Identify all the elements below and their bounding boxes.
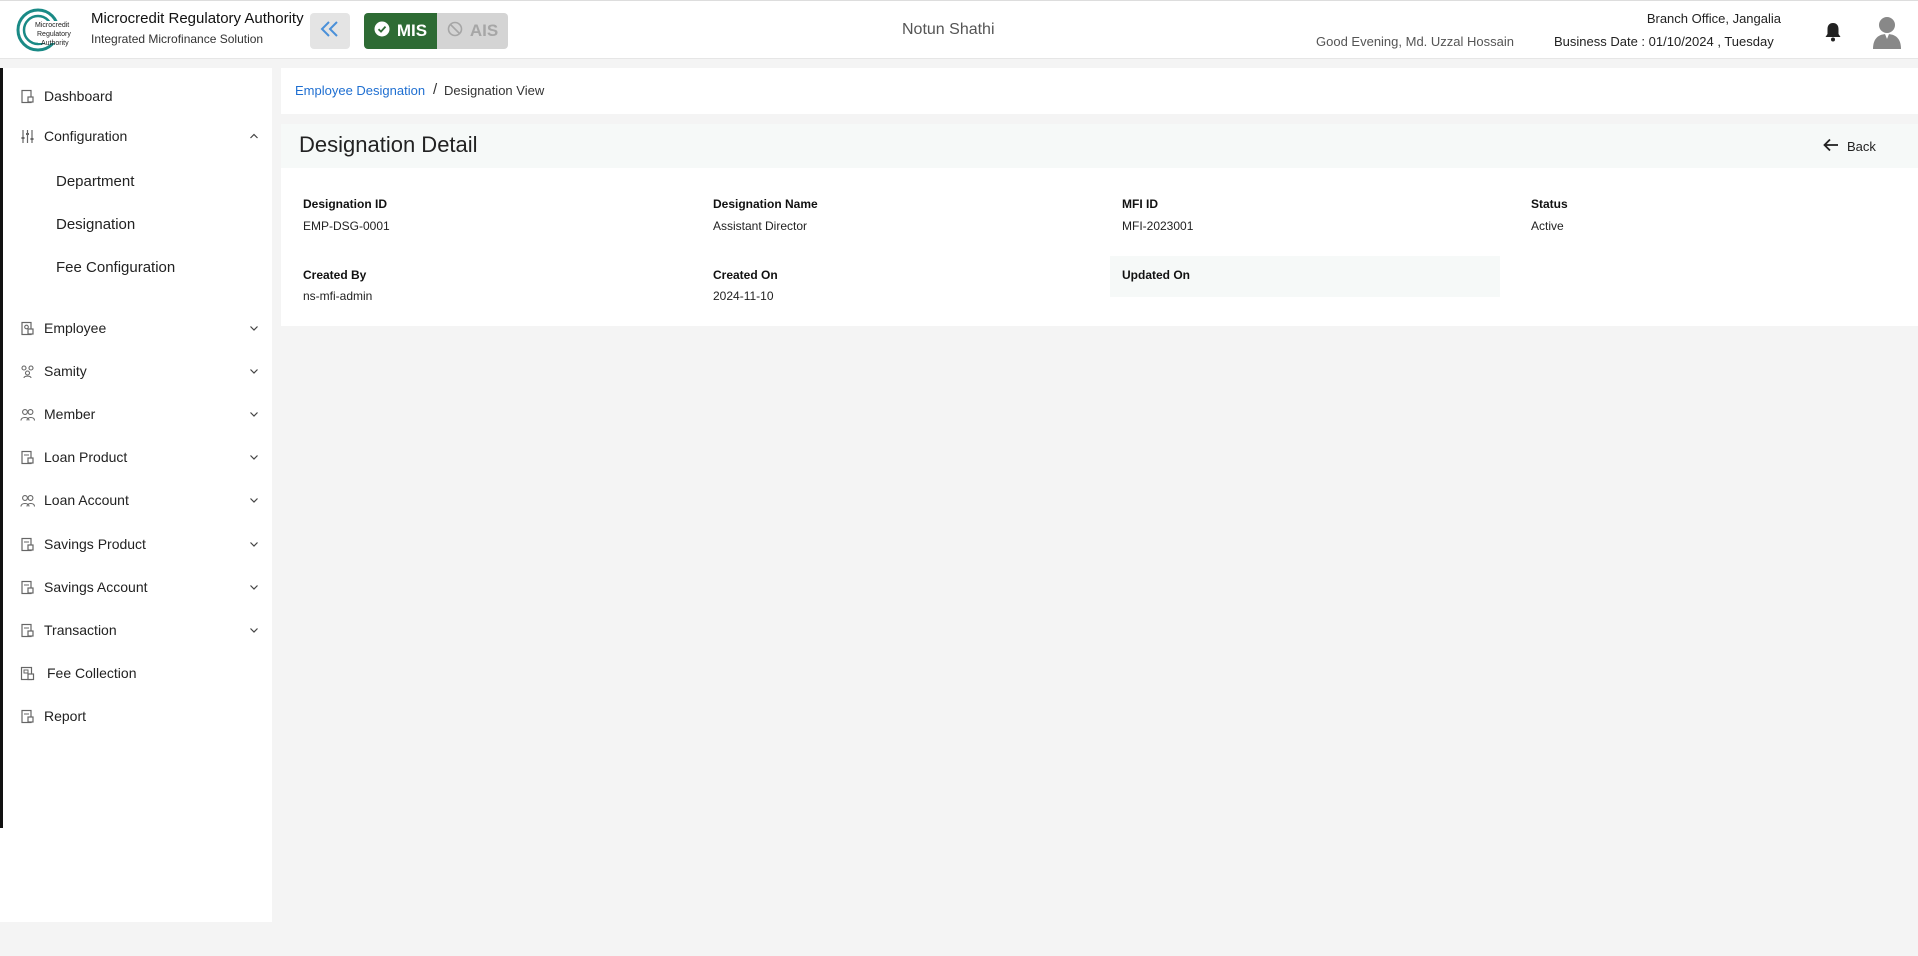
logo-text-2: Regulatory	[37, 31, 71, 38]
org-subtitle: Integrated Microfinance Solution	[91, 32, 264, 46]
document-icon	[20, 450, 35, 465]
sidebar-item-report[interactable]: Report	[20, 703, 262, 729]
sidebar-label-savings-account: Savings Account	[44, 579, 148, 595]
notification-bell-icon[interactable]	[1824, 22, 1842, 42]
chevron-down-icon	[248, 321, 260, 333]
chevron-down-icon	[248, 407, 260, 419]
top-header: Microcredit Regulatory Authority Microcr…	[0, 0, 1918, 59]
page-title: Designation Detail	[299, 132, 478, 157]
sidebar-item-samity[interactable]: Samity	[20, 358, 262, 384]
field-label-updated-on: Updated On	[1122, 268, 1190, 282]
users-icon	[20, 493, 35, 508]
sidebar-item-savings-product[interactable]: Savings Product	[20, 531, 262, 557]
block-icon	[447, 21, 463, 42]
document-icon	[20, 623, 35, 638]
field-label-mfi-id: MFI ID	[1122, 197, 1158, 211]
sidebar-subitem-designation[interactable]: Designation	[56, 216, 135, 233]
user-avatar-icon[interactable]	[1872, 15, 1902, 49]
sidebar-edge	[0, 68, 3, 828]
app-title: Notun Shathi	[902, 21, 995, 38]
sidebar-item-dashboard[interactable]: Dashboard	[20, 83, 262, 109]
back-button[interactable]: Back	[1823, 134, 1876, 158]
sidebar-label-dashboard: Dashboard	[44, 88, 113, 104]
sidebar-item-configuration[interactable]: Configuration	[20, 123, 262, 149]
breadcrumb: Employee Designation / Designation View	[281, 68, 1918, 114]
branch-name: Branch Office, Jangalia	[1646, 11, 1781, 26]
field-label-created-by: Created By	[303, 268, 367, 282]
breadcrumb-current: Designation View	[444, 83, 545, 98]
document-icon	[20, 580, 35, 595]
field-label-created-on: Created On	[713, 268, 778, 282]
sidebar-label-member: Member	[44, 406, 96, 422]
sidebar-label-samity: Samity	[44, 363, 87, 379]
mode-toggle: MIS AIS	[364, 13, 508, 49]
field-value-created-on: 2024-11-10	[713, 289, 774, 303]
document-icon	[20, 709, 35, 724]
receipt-icon	[20, 666, 35, 681]
group-icon	[20, 364, 35, 379]
chevron-up-icon	[248, 129, 260, 141]
sidebar-label-configuration: Configuration	[44, 128, 128, 144]
breadcrumb-employee-designation-link[interactable]: Employee Designation	[295, 83, 425, 98]
mode-ais-label: AIS	[469, 21, 499, 40]
logo-text-3: Authority	[41, 40, 69, 47]
chevron-down-icon	[248, 580, 260, 592]
field-value-created-by: ns-mfi-admin	[303, 289, 373, 303]
sidebar-item-transaction[interactable]: Transaction	[20, 617, 262, 643]
mra-logo: Microcredit Regulatory Authority	[16, 7, 82, 53]
sidebar-subitem-fee-configuration[interactable]: Fee Configuration	[56, 259, 175, 276]
sidebar-item-loan-product[interactable]: Loan Product	[20, 444, 262, 470]
mode-mis-button[interactable]: MIS	[364, 13, 437, 49]
document-chart-icon	[20, 89, 35, 104]
field-label-designation-name: Designation Name	[713, 197, 818, 211]
sidebar-collapse-button[interactable]	[310, 13, 350, 49]
mode-ais-button[interactable]: AIS	[437, 13, 508, 49]
chevron-down-icon	[248, 364, 260, 376]
sidebar-label-employee: Employee	[44, 320, 107, 336]
sidebar-subitem-department[interactable]: Department	[56, 173, 134, 190]
chevron-down-icon	[248, 623, 260, 635]
sidebar-label-loan-product: Loan Product	[44, 449, 128, 465]
field-label-status: Status	[1531, 197, 1568, 211]
check-circle-icon	[374, 21, 390, 42]
document-icon	[20, 537, 35, 552]
chevron-down-icon	[248, 537, 260, 549]
sliders-icon	[20, 129, 35, 144]
sidebar-label-savings-product: Savings Product	[44, 536, 146, 552]
arrow-left-icon	[1823, 138, 1839, 155]
chevron-down-icon	[248, 450, 260, 462]
back-label: Back	[1847, 138, 1876, 154]
sidebar-item-savings-account[interactable]: Savings Account	[20, 574, 262, 600]
mode-mis-label: MIS	[396, 21, 428, 40]
users-icon	[20, 407, 35, 422]
sidebar-label-report: Report	[44, 708, 87, 724]
sidebar-label-fee-collection: Fee Collection	[47, 665, 137, 681]
card-header: Designation Detail Back	[281, 124, 1918, 168]
sidebar-item-fee-collection[interactable]: Fee Collection	[20, 660, 262, 686]
sidebar-label-transaction: Transaction	[44, 622, 117, 638]
sidebar-item-loan-account[interactable]: Loan Account	[20, 487, 262, 513]
sidebar-label-loan-account: Loan Account	[44, 492, 129, 508]
field-value-mfi-id: MFI-2023001	[1122, 219, 1194, 233]
double-chevron-left-icon	[318, 19, 342, 44]
user-greeting: Good Evening, Md. Uzzal Hossain	[1316, 34, 1514, 49]
sidebar-item-member[interactable]: Member	[20, 401, 262, 427]
sidebar-item-employee[interactable]: Employee	[20, 315, 262, 341]
field-label-designation-id: Designation ID	[303, 197, 388, 211]
logo-text-1: Microcredit	[35, 22, 69, 29]
breadcrumb-separator: /	[433, 81, 438, 98]
business-date: Business Date : 01/10/2024 , Tuesday	[1554, 34, 1774, 49]
designation-detail-card: Designation Detail Back Designation ID E…	[281, 124, 1918, 326]
org-name: Microcredit Regulatory Authority	[91, 10, 304, 27]
field-value-designation-name: Assistant Director	[713, 219, 808, 233]
field-value-designation-id: EMP-DSG-0001	[303, 219, 390, 233]
field-value-status: Active	[1531, 219, 1564, 233]
id-card-icon	[20, 321, 35, 336]
chevron-down-icon	[248, 493, 260, 505]
